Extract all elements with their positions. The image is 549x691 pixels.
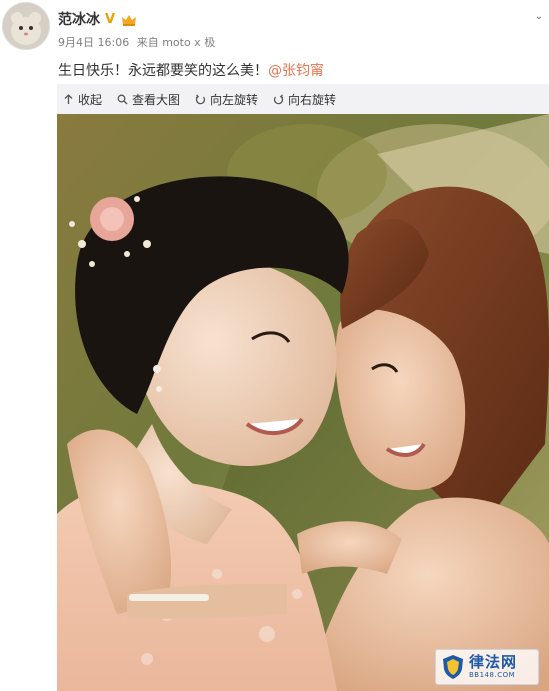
rotate-left-label: 向左旋转: [210, 92, 259, 107]
rotate-right-button[interactable]: 向右旋转: [273, 91, 336, 108]
vip-crown-icon[interactable]: [121, 13, 137, 26]
photo-image: [57, 114, 549, 691]
rotate-left-button[interactable]: 向左旋转: [195, 91, 258, 108]
view-large-button[interactable]: 查看大图: [117, 91, 180, 108]
media-toolbar: 收起 查看大图 向左旋转 向右旋转: [57, 84, 549, 114]
mention-link[interactable]: @张钧甯: [268, 63, 324, 79]
rotate-right-label: 向右旋转: [288, 92, 337, 107]
post-timestamp[interactable]: 9月4日 16:06: [58, 36, 129, 49]
verified-icon[interactable]: V: [105, 13, 118, 26]
name-row: 范冰冰 V ⌄: [58, 9, 543, 29]
post-photo[interactable]: 律法网 BB148.COM: [57, 114, 549, 691]
watermark-title: 律法网: [469, 653, 518, 671]
post-meta: 9月4日 16:06 来自 moto x 极: [58, 34, 543, 50]
view-large-label: 查看大图: [132, 92, 181, 107]
avatar[interactable]: [2, 2, 50, 50]
chevron-down-icon[interactable]: ⌄: [535, 11, 543, 22]
post-source[interactable]: 来自 moto x 极: [137, 36, 216, 49]
rotate-right-icon: [273, 93, 284, 104]
username[interactable]: 范冰冰: [58, 9, 100, 29]
arrow-up-icon: [64, 93, 73, 104]
watermark-url: BB148.COM: [469, 671, 516, 679]
avatar-image: [3, 3, 49, 49]
post-text: 生日快乐！永远都要笑的这么美！@张钧甯: [58, 60, 543, 80]
shield-icon: [443, 655, 463, 679]
watermark-logo: 律法网 BB148.COM: [435, 649, 539, 685]
collapse-label: 收起: [78, 92, 103, 107]
rotate-left-icon: [195, 93, 206, 104]
post-header: 范冰冰 V ⌄ 9月4日 16:06 来自 moto x 极 生日快乐！永远都要…: [58, 9, 543, 80]
search-icon: [117, 94, 128, 104]
post-body: 生日快乐！永远都要笑的这么美！: [58, 63, 268, 79]
media-box: 收起 查看大图 向左旋转 向右旋转 律法网 BB148.COM: [57, 84, 549, 691]
collapse-button[interactable]: 收起: [63, 91, 102, 108]
